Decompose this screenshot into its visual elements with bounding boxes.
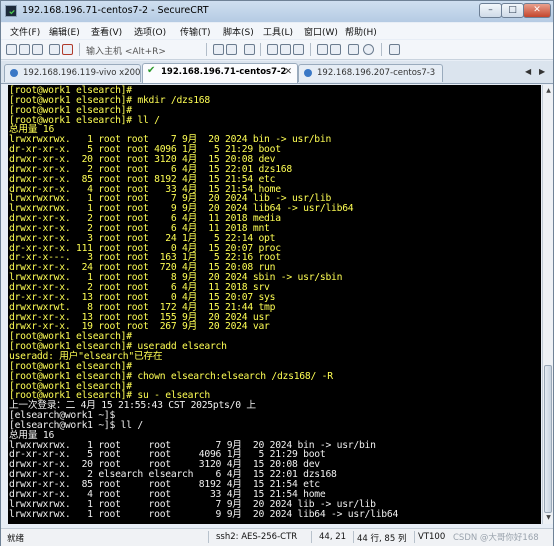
minimize-button[interactable]: – [479, 3, 502, 18]
close-tab-icon[interactable]: ✕ [284, 64, 292, 80]
menu-window[interactable]: 窗口(W) [304, 25, 338, 38]
terminal-output[interactable]: [root@work1 elsearch]# [root@work1 elsear… [8, 85, 541, 524]
menu-view[interactable]: 查看(V) [91, 25, 122, 38]
toolbar-separator [310, 43, 311, 56]
terminal-line: [root@work1 elsearch]# chown elsearch:el… [9, 370, 333, 382]
connected-status-icon [304, 69, 312, 77]
disconnect-icon[interactable] [62, 44, 73, 55]
tab-scroll-right-icon[interactable]: ▶ [539, 67, 545, 76]
close-button[interactable]: ✕ [523, 3, 551, 18]
toolbar-separator [79, 43, 80, 56]
status-bar: 就绪 ssh2: AES-256-CTR 44, 21 44 行, 85 列 V… [1, 528, 553, 546]
find-icon[interactable] [244, 44, 255, 55]
scroll-thumb[interactable] [544, 365, 552, 513]
tab-label: 192.168.196.207-centos7-3 [317, 68, 436, 78]
menu-file[interactable]: 文件(F) [10, 25, 40, 38]
menu-transfer[interactable]: 传输(T) [180, 25, 211, 38]
menu-tools[interactable]: 工具(L) [263, 25, 293, 38]
terminal-scrollbar[interactable]: ▲ ▼ [542, 85, 553, 524]
window-title: 192.168.196.71-centos7-2 - SecureCRT [22, 5, 209, 16]
keymap-icon[interactable] [348, 44, 359, 55]
securecrt-window: 192.168.196.71-centos7-2 - SecureCRT – □… [0, 0, 554, 546]
session-tab-bar: 192.168.196.119-vivo x200 192.168.196.71… [1, 61, 553, 84]
toolbar: 输入主机 <Alt+R> [1, 40, 553, 60]
copy-icon[interactable] [213, 44, 224, 55]
connect-icon[interactable] [6, 44, 17, 55]
sftp-icon[interactable] [389, 44, 400, 55]
status-separator [414, 531, 415, 543]
menu-help[interactable]: 帮助(H) [345, 25, 377, 38]
scroll-up-arrow-icon[interactable]: ▲ [544, 86, 553, 95]
quick-connect-input[interactable]: 输入主机 <Alt+R> [86, 44, 166, 57]
menu-options[interactable]: 选项(O) [134, 25, 166, 38]
status-ready: 就绪 [7, 534, 25, 544]
tab-session-centos7-2[interactable]: 192.168.196.71-centos7-2 ✕ [142, 63, 298, 83]
menu-script[interactable]: 脚本(S) [223, 25, 254, 38]
csdn-watermark: CSDN @大哥你好168 [453, 533, 539, 543]
reconnect-icon[interactable] [49, 44, 60, 55]
tab-scroll-left-icon[interactable]: ◀ [525, 67, 531, 76]
status-separator [353, 531, 354, 543]
session-options-icon[interactable] [317, 44, 328, 55]
tab-label: 192.168.196.71-centos7-2 [161, 67, 287, 77]
check-icon [147, 63, 155, 79]
securecrt-app-icon [5, 5, 17, 17]
menu-edit[interactable]: 编辑(E) [49, 25, 80, 38]
maximize-button[interactable]: □ [501, 3, 524, 18]
terminal-line: lrwxrwxrwx. 1 root root 9 9月 20 2024 lib… [9, 508, 399, 520]
status-terminal-type: VT100 [418, 532, 446, 542]
title-bar[interactable]: 192.168.196.71-centos7-2 - SecureCRT – □… [1, 1, 553, 22]
terminal-line: drwxr-xr-x. 85 root root 8192 4月 15 21:5… [9, 173, 276, 185]
help-icon[interactable] [363, 44, 374, 55]
status-cursor-position: 44, 21 [319, 532, 347, 542]
print-setup-icon[interactable] [280, 44, 291, 55]
status-cipher: ssh2: AES-256-CTR [216, 532, 298, 542]
paste-icon[interactable] [226, 44, 237, 55]
tab-label: 192.168.196.119-vivo x200 [23, 68, 141, 78]
connected-status-icon [10, 69, 18, 77]
menu-bar: 文件(F) 编辑(E) 查看(V) 选项(O) 传输(T) 脚本(S) 工具(L… [1, 23, 553, 39]
connect-in-tab-icon[interactable] [32, 44, 43, 55]
toolbar-separator [206, 43, 207, 56]
log-session-icon[interactable] [293, 44, 304, 55]
tab-session-vivo[interactable]: 192.168.196.119-vivo x200 [4, 64, 141, 82]
toolbar-separator [260, 43, 261, 56]
toolbar-separator [381, 43, 382, 56]
scroll-down-arrow-icon[interactable]: ▼ [544, 513, 553, 522]
print-icon[interactable] [267, 44, 278, 55]
global-options-icon[interactable] [330, 44, 341, 55]
quick-connect-icon[interactable] [19, 44, 30, 55]
tab-session-centos7-3[interactable]: 192.168.196.207-centos7-3 [298, 64, 443, 82]
status-rows-cols: 44 行, 85 列 [357, 534, 407, 544]
status-separator [208, 531, 209, 543]
status-separator [311, 531, 312, 543]
